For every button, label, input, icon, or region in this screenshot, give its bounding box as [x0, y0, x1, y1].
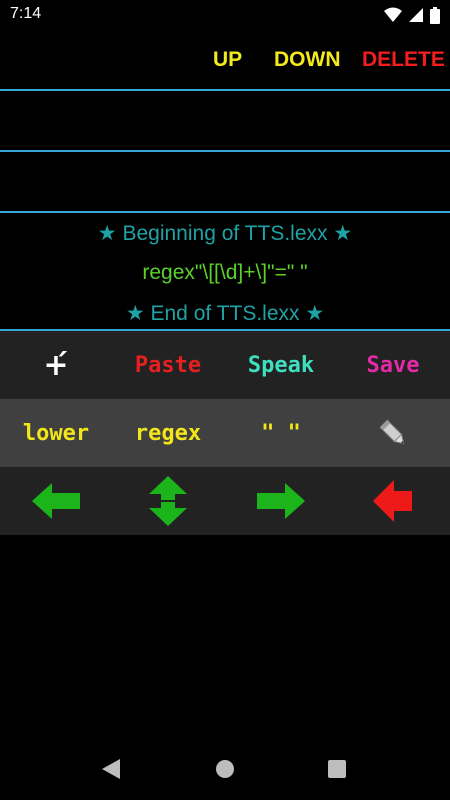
wifi-icon: [384, 7, 402, 22]
paste-label: Paste: [134, 352, 202, 378]
beginning-marker: ★ Beginning of TTS.lexx ★: [97, 222, 353, 245]
keyboard-row-2: lower regex " ": [0, 399, 450, 467]
arrow-left-icon: [32, 483, 80, 519]
back-icon[interactable]: [101, 758, 121, 780]
paste-key[interactable]: Paste: [112, 331, 224, 399]
home-icon[interactable]: [215, 758, 235, 780]
speak-key[interactable]: Speak: [225, 331, 337, 399]
lower-key[interactable]: lower: [0, 399, 112, 467]
down-button[interactable]: DOWN: [274, 48, 341, 72]
add-symbol-label: +́: [43, 347, 69, 383]
keyboard-row-1: +́ Paste Speak Save: [0, 331, 450, 399]
backspace-key[interactable]: [337, 467, 449, 535]
status-bar: 7:14: [0, 0, 450, 30]
top-toolbar: UP DOWN DELETE: [0, 30, 450, 90]
keyboard-row-3: [0, 467, 450, 535]
cursor-left-key[interactable]: [0, 467, 112, 535]
empty-line-1[interactable]: [0, 91, 450, 151]
recents-icon[interactable]: [327, 758, 347, 780]
move-up-down-key[interactable]: [112, 467, 224, 535]
end-marker: ★ End of TTS.lexx ★: [125, 302, 325, 325]
up-button[interactable]: UP: [213, 48, 242, 72]
save-key[interactable]: Save: [337, 331, 449, 399]
pencil-icon: [379, 419, 405, 445]
speak-label: Speak: [247, 352, 315, 378]
empty-line-2[interactable]: [0, 152, 450, 212]
save-label: Save: [366, 352, 420, 378]
regex-label: regex: [134, 420, 202, 446]
cell-signal-icon: [409, 8, 423, 22]
delete-button[interactable]: DELETE: [362, 48, 445, 72]
lower-label: lower: [22, 420, 90, 446]
edit-key[interactable]: [337, 399, 449, 467]
regex-key[interactable]: regex: [112, 399, 224, 467]
add-symbol-key[interactable]: +́: [0, 331, 112, 399]
quotes-key[interactable]: " ": [225, 399, 337, 467]
backspace-arrow-icon: [373, 480, 412, 522]
status-time: 7:14: [10, 5, 42, 22]
quotes-label: " ": [261, 420, 301, 446]
regex-entry[interactable]: regex"\[[\d]+\]"=" ": [0, 261, 450, 285]
status-icons: [384, 6, 440, 24]
system-nav-bar: [0, 740, 450, 800]
battery-icon: [430, 6, 440, 24]
cursor-right-key[interactable]: [225, 467, 337, 535]
lexicon-text-area[interactable]: ★ Beginning of TTS.lexx ★ regex"\[[\d]+\…: [0, 213, 450, 329]
arrow-up-down-icon: [149, 476, 187, 526]
arrow-right-icon: [257, 483, 305, 519]
